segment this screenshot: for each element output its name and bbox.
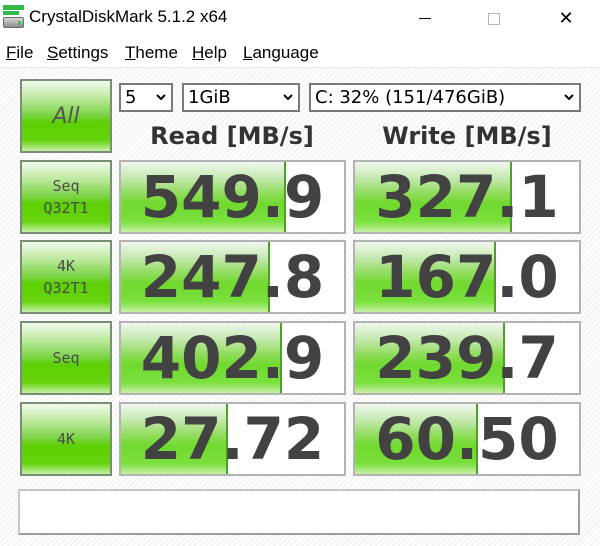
drive-value: C: 32% (151/476GiB) — [315, 87, 506, 108]
chevron-down-icon — [283, 94, 293, 101]
menu-theme[interactable]: Theme — [125, 43, 178, 63]
close-button[interactable]: ✕ — [543, 0, 589, 37]
minimize-icon — [419, 18, 431, 19]
test-size-select[interactable]: 1GiB — [182, 83, 300, 112]
read-value: 402.9 — [140, 324, 325, 392]
comment-input[interactable] — [18, 489, 580, 535]
menu-language[interactable]: Language — [243, 43, 319, 63]
read-value: 549.9 — [140, 163, 325, 231]
read-value: 27.72 — [140, 405, 325, 473]
row-label-line2: Q32T1 — [43, 199, 89, 217]
4k-q32t1-read-result: 247.8 — [119, 240, 346, 314]
test-size-value: 1GiB — [188, 87, 231, 108]
chevron-down-icon — [564, 94, 574, 101]
drive-select[interactable]: C: 32% (151/476GiB) — [309, 83, 581, 112]
seq-read-result: 402.9 — [119, 321, 346, 395]
test-count-value: 5 — [125, 87, 137, 108]
4k-q32t1-write-result: 167.0 — [353, 240, 581, 314]
all-button-label: All — [52, 103, 80, 129]
row-label-line1: Seq — [52, 349, 80, 367]
write-value: 327.1 — [375, 163, 559, 231]
minimize-button[interactable] — [402, 0, 448, 37]
maximize-icon — [488, 12, 500, 25]
menu-settings[interactable]: Settings — [47, 43, 108, 63]
chevron-down-icon — [156, 94, 166, 101]
seq-write-result: 239.7 — [353, 321, 581, 395]
menu-bar: File Settings Theme Help Language — [0, 37, 600, 67]
title-bar: CrystalDiskMark 5.1.2 x64 ✕ — [0, 0, 600, 37]
seq-button[interactable]: Seq — [20, 321, 112, 395]
write-value: 239.7 — [375, 324, 559, 392]
4k-q32t1-button[interactable]: 4K Q32T1 — [20, 240, 112, 314]
menu-help[interactable]: Help — [192, 43, 227, 63]
row-label-line1: 4K — [56, 430, 76, 448]
4k-read-result: 27.72 — [119, 402, 346, 476]
4k-write-result: 60.50 — [353, 402, 581, 476]
seq-q32t1-write-result: 327.1 — [353, 160, 581, 234]
write-column-header: Write [MB/s] — [382, 122, 552, 150]
row-label-line2: Q32T1 — [43, 279, 89, 297]
close-icon: ✕ — [558, 8, 574, 29]
read-column-header: Read [MB/s] — [150, 122, 314, 150]
row-label-line1: Seq — [52, 177, 80, 195]
write-value: 167.0 — [375, 243, 559, 311]
4k-button[interactable]: 4K — [20, 402, 112, 476]
maximize-button[interactable] — [471, 0, 517, 37]
all-tests-button[interactable]: All — [20, 79, 112, 153]
crystaldiskmark-drive-icon — [3, 5, 24, 30]
read-value: 247.8 — [140, 243, 325, 311]
test-count-select[interactable]: 5 — [119, 83, 173, 112]
window-title: CrystalDiskMark 5.1.2 x64 — [29, 7, 228, 26]
row-label-line1: 4K — [56, 257, 76, 275]
menu-file[interactable]: File — [6, 43, 33, 63]
write-value: 60.50 — [375, 405, 559, 473]
seq-q32t1-button[interactable]: Seq Q32T1 — [20, 160, 112, 234]
seq-q32t1-read-result: 549.9 — [119, 160, 346, 234]
